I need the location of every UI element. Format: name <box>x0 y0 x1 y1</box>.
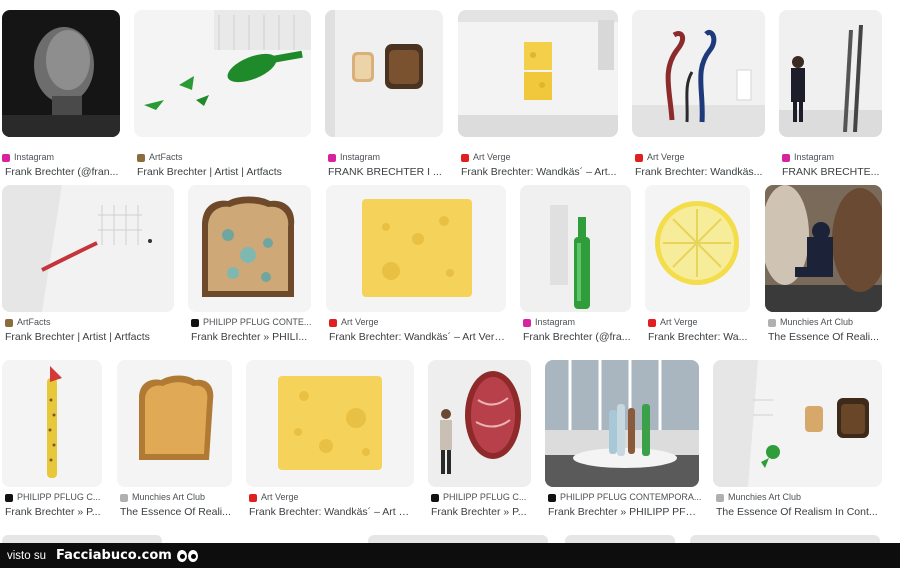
result-title[interactable]: Frank Brechter: Wa... <box>648 330 750 344</box>
source-favicon-icon <box>5 318 13 327</box>
next-row-thumbnail[interactable] <box>2 535 162 543</box>
result-source: Instagram <box>523 316 634 329</box>
result-source: Art Verge <box>329 316 509 329</box>
result-source: Munchies Art Club <box>768 316 885 329</box>
result-source: PHILIPP PFLUG CONTE... <box>191 316 314 329</box>
lemon-slice-photo[interactable] <box>645 185 750 312</box>
result-title[interactable]: Frank Brechter: Wandkäs´ – Art Verge <box>329 330 505 344</box>
gallery-wall-photo[interactable] <box>2 185 174 312</box>
source-favicon-icon <box>548 493 556 502</box>
result-title[interactable]: Frank Brechter » PHILIPP PFL... <box>548 505 698 519</box>
result-title[interactable]: Frank Brechter | Artist | Artfacts <box>5 330 173 344</box>
cheese-wall-photo[interactable] <box>458 10 618 137</box>
image-result[interactable]: Art Verge Frank Brechter: Wandkäs´ – Art… <box>246 360 414 520</box>
cheese-slice-photo[interactable] <box>326 185 506 312</box>
corn-sculpture-photo[interactable] <box>2 360 102 487</box>
toast-wall-photo[interactable] <box>325 10 443 137</box>
next-row-thumbnail[interactable] <box>565 535 675 543</box>
source-favicon-icon <box>249 493 257 502</box>
image-result[interactable]: Instagram FRANK BRECHTER I ... <box>325 10 443 182</box>
image-result[interactable]: PHILIPP PFLUG CONTEMPORA... Frank Brecht… <box>545 360 702 520</box>
source-favicon-icon <box>648 318 656 327</box>
image-result[interactable]: PHILIPP PFLUG C... Frank Brechter » P... <box>428 360 531 520</box>
result-source: Instagram <box>782 151 885 164</box>
result-title[interactable]: FRANK BRECHTE... <box>782 165 882 179</box>
result-title[interactable]: Frank Brechter » P... <box>5 505 101 519</box>
cheese-wall-photo-2[interactable] <box>246 360 414 487</box>
result-source: Munchies Art Club <box>716 491 885 504</box>
sculptor-photo[interactable] <box>765 185 882 312</box>
steak-wall-photo[interactable] <box>428 360 531 487</box>
source-favicon-icon <box>431 493 439 502</box>
gallery-visitor-photo[interactable] <box>779 10 882 137</box>
tentacle-sculpture-photo[interactable] <box>632 10 765 137</box>
image-result[interactable]: ArtFacts Frank Brechter | Artist | Artfa… <box>2 185 174 345</box>
image-result[interactable]: Instagram FRANK BRECHTE... <box>779 10 882 182</box>
image-result[interactable]: Art Verge Frank Brechter: Wa... <box>645 185 750 345</box>
result-title[interactable]: Frank Brechter (@fran... <box>5 165 120 179</box>
result-source: Art Verge <box>635 151 768 164</box>
result-source: Munchies Art Club <box>120 491 235 504</box>
source-favicon-icon <box>716 493 724 502</box>
source-favicon-icon <box>120 493 128 502</box>
source-favicon-icon <box>2 153 10 162</box>
next-row-thumbnail[interactable] <box>368 535 548 543</box>
watermark-brand: Facciabuco.com <box>56 548 172 563</box>
image-result[interactable]: ArtFacts Frank Brechter | Artist | Artfa… <box>134 10 311 182</box>
source-favicon-icon <box>635 153 643 162</box>
result-title[interactable]: Frank Brechter » P... <box>431 505 530 519</box>
result-title[interactable]: Frank Brechter » PHILI... <box>191 330 311 344</box>
image-result[interactable]: Munchies Art Club The Essence Of Realism… <box>713 360 882 520</box>
result-source: PHILIPP PFLUG C... <box>431 491 534 504</box>
result-source: ArtFacts <box>5 316 177 329</box>
image-result[interactable]: PHILIPP PFLUG CONTE... Frank Brechter » … <box>188 185 311 345</box>
result-title[interactable]: The Essence Of Reali... <box>768 330 881 344</box>
result-source: PHILIPP PFLUG C... <box>5 491 105 504</box>
result-title[interactable]: Frank Brechter (@fra... <box>523 330 631 344</box>
image-result[interactable]: Munchies Art Club The Essence Of Reali..… <box>117 360 232 520</box>
result-source: Art Verge <box>648 316 753 329</box>
image-result[interactable]: Munchies Art Club The Essence Of Reali..… <box>765 185 882 345</box>
image-result[interactable]: Art Verge Frank Brechter: Wandkäs´ – Art… <box>326 185 506 345</box>
result-source: Art Verge <box>249 491 417 504</box>
broken-bottle-photo[interactable] <box>134 10 311 137</box>
source-favicon-icon <box>461 153 469 162</box>
source-favicon-icon <box>768 318 776 327</box>
result-source: ArtFacts <box>137 151 314 164</box>
watermark-bar: visto su Facciabuco.com <box>0 543 900 568</box>
source-favicon-icon <box>328 153 336 162</box>
image-result[interactable]: Art Verge Frank Brechter: Wandkäs´ – Art… <box>458 10 618 182</box>
result-title[interactable]: Frank Brechter: Wandkäs... <box>635 165 763 179</box>
toast-photo[interactable] <box>117 360 232 487</box>
image-result[interactable]: Instagram Frank Brechter (@fra... <box>520 185 631 345</box>
result-title[interactable]: The Essence Of Realism In Cont... <box>716 505 881 519</box>
next-row-thumbnail[interactable] <box>690 535 880 543</box>
source-favicon-icon <box>329 318 337 327</box>
watermark-caption: visto su <box>7 549 46 562</box>
result-source: PHILIPP PFLUG CONTEMPORA... <box>548 491 702 504</box>
result-title[interactable]: The Essence Of Reali... <box>120 505 231 519</box>
result-title[interactable]: Frank Brechter | Artist | Artfacts <box>137 165 309 179</box>
result-title[interactable]: Frank Brechter: Wandkäs´ – Art V... <box>249 505 413 519</box>
result-title[interactable]: FRANK BRECHTER I ... <box>328 165 443 179</box>
image-result[interactable]: Art Verge Frank Brechter: Wandkäs... <box>632 10 765 182</box>
image-result[interactable]: PHILIPP PFLUG C... Frank Brechter » P... <box>2 360 102 520</box>
image-result[interactable]: Instagram Frank Brechter (@fran... <box>2 10 120 182</box>
source-favicon-icon <box>782 153 790 162</box>
source-favicon-icon <box>5 493 13 502</box>
result-source: Art Verge <box>461 151 621 164</box>
result-source: Instagram <box>2 151 120 164</box>
source-favicon-icon <box>137 153 145 162</box>
source-favicon-icon <box>523 318 531 327</box>
portrait-photo[interactable] <box>2 10 120 137</box>
eyes-logo-icon <box>176 549 198 562</box>
glass-bottles-photo[interactable] <box>545 360 699 487</box>
source-favicon-icon <box>191 318 199 327</box>
gallery-toast-photo[interactable] <box>713 360 882 487</box>
result-source: Instagram <box>328 151 446 164</box>
mouldy-bread-photo[interactable] <box>188 185 311 312</box>
green-bottle-photo[interactable] <box>520 185 631 312</box>
result-title[interactable]: Frank Brechter: Wandkäs´ – Art... <box>461 165 617 179</box>
